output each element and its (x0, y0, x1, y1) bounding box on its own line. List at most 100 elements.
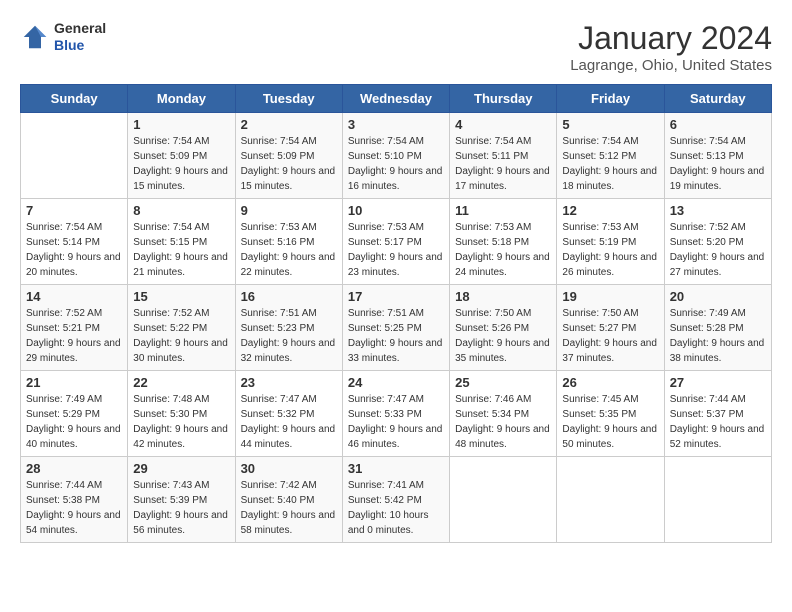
calendar-week-row: 21 Sunrise: 7:49 AMSunset: 5:29 PMDayligh… (21, 371, 772, 457)
calendar-day-cell: 6 Sunrise: 7:54 AMSunset: 5:13 PMDaylight… (664, 113, 771, 199)
weekday-header: Monday (128, 85, 235, 113)
logo-blue: Blue (54, 37, 106, 54)
day-info: Sunrise: 7:54 AMSunset: 5:15 PMDaylight:… (133, 220, 229, 280)
day-number: 25 (455, 375, 551, 390)
day-info: Sunrise: 7:49 AMSunset: 5:28 PMDaylight:… (670, 306, 766, 366)
calendar-day-cell: 29Sunrise: 7:43 AMSunset: 5:39 PMDayligh… (128, 457, 235, 543)
calendar-day-cell: 26 Sunrise: 7:45 AMSunset: 5:35 PMDayligh… (557, 371, 664, 457)
day-number: 15 (133, 289, 229, 304)
location-title: Lagrange, Ohio, United States (570, 57, 772, 74)
calendar-day-cell: 17Sunrise: 7:51 AMSunset: 5:25 PMDayligh… (342, 285, 449, 371)
day-number: 13 (670, 203, 766, 218)
calendar-day-cell: 23Sunrise: 7:47 AMSunset: 5:32 PMDayligh… (235, 371, 342, 457)
calendar-day-cell (557, 457, 664, 543)
calendar-day-cell: 25 Sunrise: 7:46 AMSunset: 5:34 PMDayligh… (450, 371, 557, 457)
day-info: Sunrise: 7:45 AMSunset: 5:35 PMDaylight:… (562, 392, 658, 452)
calendar-day-cell: 16 Sunrise: 7:51 AMSunset: 5:23 PMDayligh… (235, 285, 342, 371)
calendar-day-cell: 13 Sunrise: 7:52 AMSunset: 5:20 PMDayligh… (664, 199, 771, 285)
day-info: Sunrise: 7:53 AMSunset: 5:17 PMDaylight:… (348, 220, 444, 280)
weekday-header: Sunday (21, 85, 128, 113)
logo-text: General Blue (54, 20, 106, 54)
day-info: Sunrise: 7:53 AMSunset: 5:19 PMDaylight:… (562, 220, 658, 280)
calendar-day-cell: 10Sunrise: 7:53 AMSunset: 5:17 PMDayligh… (342, 199, 449, 285)
weekday-header: Thursday (450, 85, 557, 113)
day-info: Sunrise: 7:54 AMSunset: 5:12 PMDaylight:… (562, 134, 658, 194)
calendar-day-cell: 8 Sunrise: 7:54 AMSunset: 5:15 PMDaylight… (128, 199, 235, 285)
day-number: 31 (348, 461, 444, 476)
day-number: 6 (670, 117, 766, 132)
day-info: Sunrise: 7:54 AMSunset: 5:11 PMDaylight:… (455, 134, 551, 194)
day-number: 19 (562, 289, 658, 304)
day-info: Sunrise: 7:51 AMSunset: 5:23 PMDaylight:… (241, 306, 337, 366)
day-info: Sunrise: 7:54 AMSunset: 5:10 PMDaylight:… (348, 134, 444, 194)
day-number: 11 (455, 203, 551, 218)
calendar-day-cell: 21 Sunrise: 7:49 AMSunset: 5:29 PMDayligh… (21, 371, 128, 457)
calendar-table: SundayMondayTuesdayWednesdayThursdayFrid… (20, 84, 772, 543)
day-number: 27 (670, 375, 766, 390)
day-number: 2 (241, 117, 337, 132)
day-number: 30 (241, 461, 337, 476)
calendar-day-cell: 31 Sunrise: 7:41 AMSunset: 5:42 PMDayligh… (342, 457, 449, 543)
day-info: Sunrise: 7:49 AMSunset: 5:29 PMDaylight:… (26, 392, 122, 452)
title-area: January 2024 Lagrange, Ohio, United Stat… (570, 20, 772, 74)
day-number: 3 (348, 117, 444, 132)
calendar-week-row: 1 Sunrise: 7:54 AMSunset: 5:09 PMDaylight… (21, 113, 772, 199)
logo-general: General (54, 20, 106, 37)
calendar-day-cell: 4 Sunrise: 7:54 AMSunset: 5:11 PMDaylight… (450, 113, 557, 199)
calendar-day-cell (21, 113, 128, 199)
day-info: Sunrise: 7:53 AMSunset: 5:18 PMDaylight:… (455, 220, 551, 280)
calendar-day-cell: 5 Sunrise: 7:54 AMSunset: 5:12 PMDaylight… (557, 113, 664, 199)
calendar-day-cell: 2 Sunrise: 7:54 AMSunset: 5:09 PMDaylight… (235, 113, 342, 199)
day-number: 21 (26, 375, 122, 390)
day-number: 29 (133, 461, 229, 476)
day-number: 4 (455, 117, 551, 132)
calendar-day-cell: 11 Sunrise: 7:53 AMSunset: 5:18 PMDayligh… (450, 199, 557, 285)
weekday-header: Tuesday (235, 85, 342, 113)
calendar-day-cell: 1Sunrise: 7:54 AMSunset: 5:09 PMDaylight… (128, 113, 235, 199)
day-number: 9 (241, 203, 337, 218)
day-number: 24 (348, 375, 444, 390)
day-info: Sunrise: 7:50 AMSunset: 5:27 PMDaylight:… (562, 306, 658, 366)
calendar-week-row: 7Sunrise: 7:54 AMSunset: 5:14 PMDaylight… (21, 199, 772, 285)
calendar-day-cell: 19 Sunrise: 7:50 AMSunset: 5:27 PMDayligh… (557, 285, 664, 371)
day-number: 28 (26, 461, 122, 476)
day-info: Sunrise: 7:51 AMSunset: 5:25 PMDaylight:… (348, 306, 444, 366)
calendar-week-row: 14Sunrise: 7:52 AMSunset: 5:21 PMDayligh… (21, 285, 772, 371)
day-info: Sunrise: 7:50 AMSunset: 5:26 PMDaylight:… (455, 306, 551, 366)
weekday-header: Saturday (664, 85, 771, 113)
day-info: Sunrise: 7:47 AMSunset: 5:33 PMDaylight:… (348, 392, 444, 452)
day-info: Sunrise: 7:44 AMSunset: 5:37 PMDaylight:… (670, 392, 766, 452)
day-number: 5 (562, 117, 658, 132)
page-header: General Blue January 2024 Lagrange, Ohio… (20, 20, 772, 74)
day-number: 18 (455, 289, 551, 304)
logo-icon (20, 22, 50, 52)
day-info: Sunrise: 7:54 AMSunset: 5:09 PMDaylight:… (241, 134, 337, 194)
day-number: 22 (133, 375, 229, 390)
weekday-header-row: SundayMondayTuesdayWednesdayThursdayFrid… (21, 85, 772, 113)
day-info: Sunrise: 7:48 AMSunset: 5:30 PMDaylight:… (133, 392, 229, 452)
calendar-day-cell: 15Sunrise: 7:52 AMSunset: 5:22 PMDayligh… (128, 285, 235, 371)
month-title: January 2024 (570, 20, 772, 57)
day-number: 1 (133, 117, 229, 132)
calendar-day-cell: 27 Sunrise: 7:44 AMSunset: 5:37 PMDayligh… (664, 371, 771, 457)
day-info: Sunrise: 7:46 AMSunset: 5:34 PMDaylight:… (455, 392, 551, 452)
calendar-day-cell: 22 Sunrise: 7:48 AMSunset: 5:30 PMDayligh… (128, 371, 235, 457)
day-info: Sunrise: 7:53 AMSunset: 5:16 PMDaylight:… (241, 220, 337, 280)
day-number: 12 (562, 203, 658, 218)
calendar-day-cell: 3 Sunrise: 7:54 AMSunset: 5:10 PMDaylight… (342, 113, 449, 199)
day-number: 23 (241, 375, 337, 390)
calendar-day-cell: 7Sunrise: 7:54 AMSunset: 5:14 PMDaylight… (21, 199, 128, 285)
logo: General Blue (20, 20, 106, 54)
day-info: Sunrise: 7:52 AMSunset: 5:20 PMDaylight:… (670, 220, 766, 280)
calendar-day-cell (664, 457, 771, 543)
calendar-week-row: 28Sunrise: 7:44 AMSunset: 5:38 PMDayligh… (21, 457, 772, 543)
calendar-day-cell (450, 457, 557, 543)
weekday-header: Friday (557, 85, 664, 113)
day-number: 16 (241, 289, 337, 304)
day-number: 20 (670, 289, 766, 304)
day-info: Sunrise: 7:54 AMSunset: 5:13 PMDaylight:… (670, 134, 766, 194)
day-number: 8 (133, 203, 229, 218)
day-info: Sunrise: 7:41 AMSunset: 5:42 PMDaylight:… (348, 478, 444, 538)
day-number: 7 (26, 203, 122, 218)
day-number: 26 (562, 375, 658, 390)
